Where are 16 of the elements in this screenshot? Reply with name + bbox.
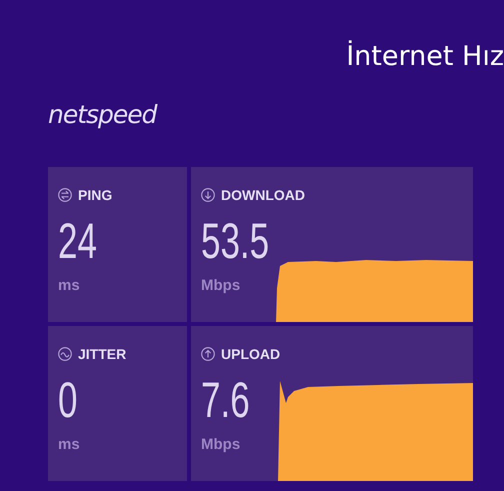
page-title: İnternet Hız	[346, 39, 504, 74]
wave-icon	[58, 347, 72, 361]
metric-unit: Mbps	[201, 436, 240, 453]
metric-value: 24	[58, 215, 97, 267]
metric-label: UPLOAD	[221, 346, 280, 362]
metric-label: PING	[78, 187, 112, 203]
logo: netspeed	[48, 100, 157, 130]
metric-unit: Mbps	[201, 277, 240, 294]
metric-label: JITTER	[78, 346, 126, 362]
metric-value: 0	[58, 374, 78, 426]
metric-label: DOWNLOAD	[221, 187, 305, 203]
metric-unit: ms	[58, 277, 80, 294]
swap-icon	[58, 188, 72, 202]
metric-value: 7.6	[201, 374, 250, 426]
metric-unit: ms	[58, 436, 80, 453]
metric-value: 53.5	[201, 215, 270, 267]
